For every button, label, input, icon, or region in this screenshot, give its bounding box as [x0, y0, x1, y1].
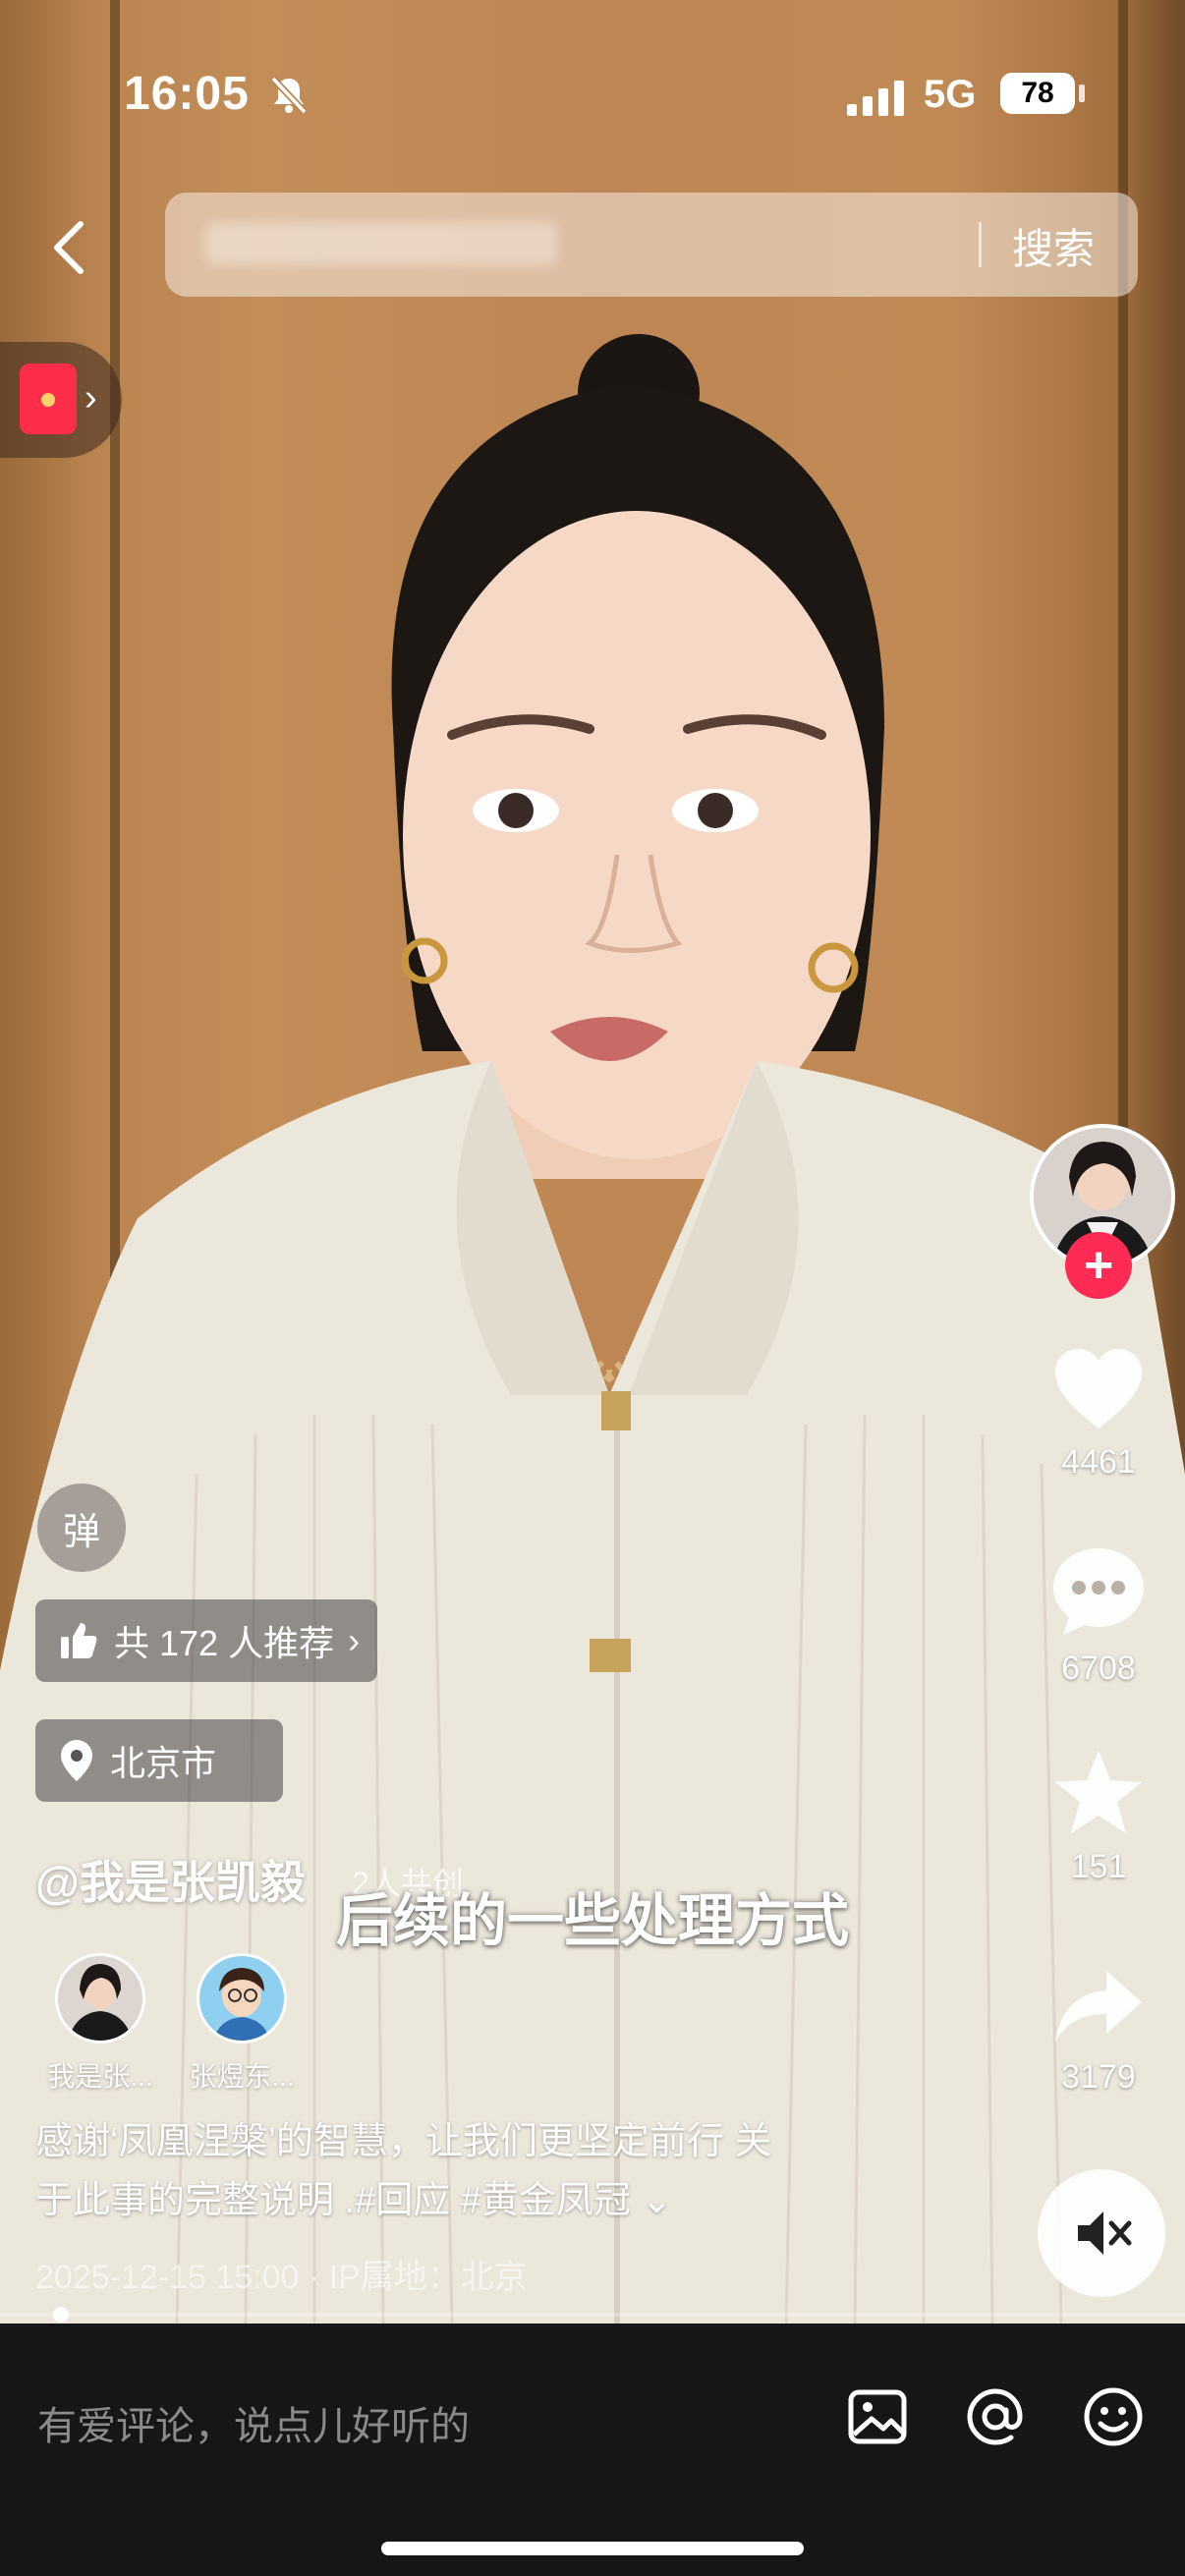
comment-bar: 有爱评论，说点儿好听的 — [0, 2324, 1185, 2576]
image-icon — [848, 2389, 907, 2444]
battery-indicator: 78 — [1000, 73, 1075, 114]
like-count: 4461 — [1061, 1443, 1136, 1481]
comment-input[interactable]: 有爱评论，说点儿好听的 — [37, 2394, 470, 2451]
chevron-right-icon: › — [85, 377, 97, 419]
comment-count: 6708 — [1061, 1650, 1136, 1687]
thumb-up-icon — [61, 1623, 97, 1658]
signal-icon — [847, 81, 904, 116]
star-icon — [1055, 1751, 1142, 1833]
favorite-action[interactable]: 151 — [1042, 1747, 1156, 1886]
follow-button[interactable]: + — [1065, 1232, 1132, 1299]
red-packet-icon — [20, 364, 77, 434]
home-indicator — [381, 2542, 804, 2555]
search-divider — [979, 222, 982, 267]
recommend-label: 共 172 人推荐 — [114, 1623, 335, 1663]
location-chip[interactable]: 北京市 — [35, 1719, 283, 1802]
video-subtitle: 后续的一些处理方式 — [335, 1889, 849, 1953]
description-line-2: 于此事的完整说明 .#回应 #黄金凤冠 ⌄ — [35, 2180, 673, 2221]
co-creator-name: 我是张... — [47, 2061, 153, 2092]
share-count: 3179 — [1061, 2058, 1136, 2096]
location-label: 北京市 — [110, 1743, 217, 1783]
co-creator-1[interactable]: 我是张... — [31, 1953, 169, 2095]
back-icon — [54, 221, 84, 274]
danmu-toggle[interactable]: 弹 — [37, 1484, 126, 1572]
mute-icon — [1078, 2212, 1132, 2255]
description-line-1: 感谢‘凤凰涅槃’的智慧，让我们更坚定前行 关 — [35, 2121, 772, 2162]
red-packet-button[interactable]: › — [0, 342, 122, 458]
co-creator-name: 张煜东... — [189, 2061, 295, 2092]
avatar — [55, 1953, 145, 2044]
network-type: 5G — [924, 73, 977, 116]
chevron-right-icon: › — [348, 1620, 361, 1660]
mute-button[interactable] — [1038, 2169, 1165, 2297]
location-pin-icon — [61, 1740, 92, 1781]
search-button[interactable]: 搜索 — [1012, 216, 1095, 276]
share-action[interactable]: 3179 — [1042, 1965, 1156, 2097]
expand-chevron-icon[interactable]: ⌄ — [642, 2180, 673, 2221]
recommend-chip[interactable]: 共 172 人推荐 › — [35, 1599, 378, 1682]
avatar — [197, 1953, 287, 2044]
bell-off-icon — [270, 76, 308, 115]
mention-button[interactable] — [963, 2384, 1028, 2449]
at-icon — [967, 2388, 1023, 2445]
search-suggestion-blurred — [204, 222, 558, 265]
status-bar: 16:05 5G 78 — [0, 0, 1185, 196]
post-meta: 2025-12-15 15:00 · IP属地：北京 — [35, 2259, 528, 2296]
status-time: 16:05 — [124, 68, 250, 120]
co-creator-2[interactable]: 张煜东... — [173, 1953, 310, 2095]
battery-nub — [1079, 84, 1085, 102]
emoji-button[interactable] — [1081, 2384, 1146, 2449]
back-button[interactable] — [41, 208, 96, 287]
heart-icon — [1055, 1349, 1142, 1428]
emoji-icon — [1084, 2387, 1143, 2446]
video-progress-bar[interactable] — [0, 2313, 1185, 2317]
share-icon — [1055, 1971, 1142, 2042]
progress-handle[interactable] — [53, 2307, 69, 2323]
video-screen: 16:05 5G 78 搜索 › + 4461 6708 151 3179 弹 … — [0, 0, 1185, 2576]
like-action[interactable]: 4461 — [1042, 1346, 1156, 1482]
image-button[interactable] — [845, 2384, 910, 2449]
search-bar[interactable]: 搜索 — [165, 193, 1138, 297]
comment-action[interactable]: 6708 — [1042, 1544, 1156, 1688]
comment-icon — [1053, 1548, 1144, 1635]
video-description[interactable]: 感谢‘凤凰涅槃’的智慧，让我们更坚定前行 关 于此事的完整说明 .#回应 #黄金… — [35, 2112, 920, 2230]
